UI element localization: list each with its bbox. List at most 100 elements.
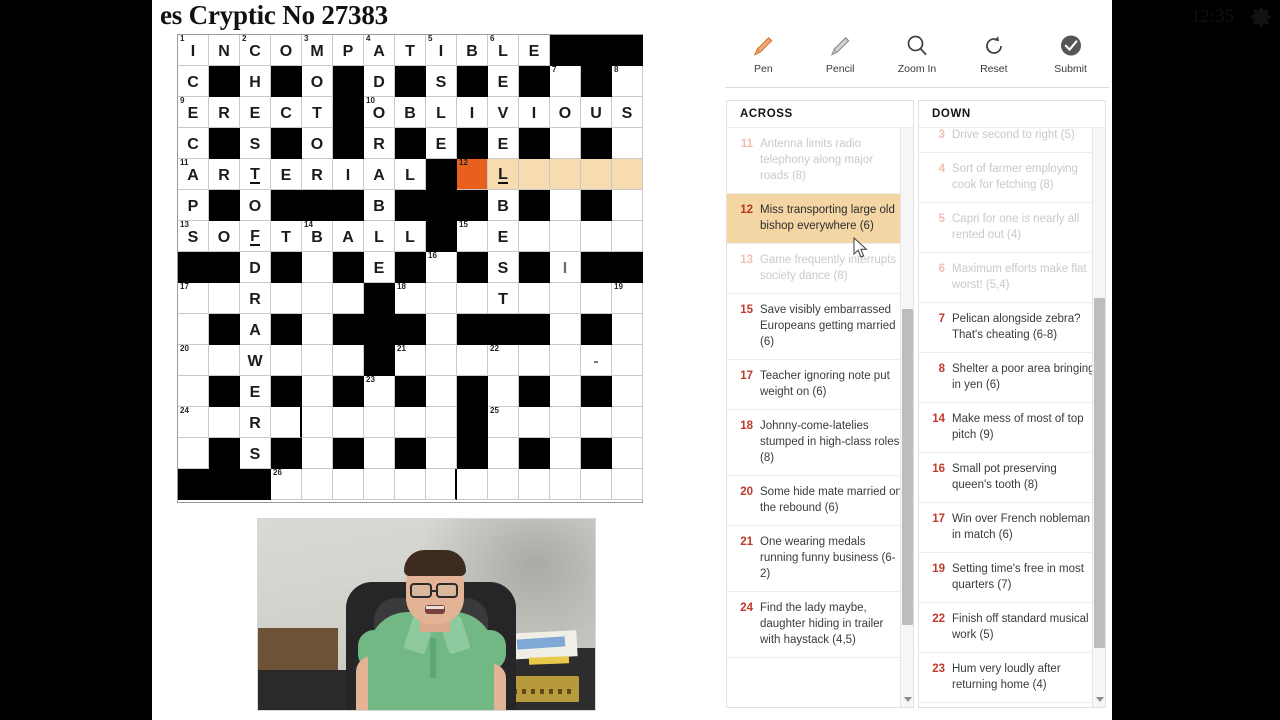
grid-cell[interactable] — [612, 221, 643, 252]
grid-cell[interactable] — [612, 314, 643, 345]
grid-cell[interactable]: 9E — [178, 96, 209, 128]
clue-item[interactable]: 6 Maximum efforts make flat worst! (5,4) — [919, 253, 1105, 303]
grid-cell[interactable]: H — [240, 66, 271, 97]
grid-cell[interactable]: A — [364, 159, 395, 190]
grid-cell[interactable] — [550, 283, 581, 314]
clue-item[interactable]: 22 Finish off standard musical work (5) — [919, 603, 1105, 653]
grid-cell[interactable]: E — [519, 35, 550, 66]
grid-cell[interactable]: O — [209, 221, 240, 252]
grid-cell[interactable] — [426, 314, 457, 345]
grid-cell[interactable] — [333, 407, 364, 438]
grid-cell[interactable]: V — [488, 97, 519, 128]
grid-cell[interactable]: I — [333, 159, 364, 190]
grid-cell[interactable] — [550, 128, 581, 159]
grid-cell[interactable]: E — [488, 66, 519, 97]
grid-cell[interactable] — [209, 407, 240, 438]
grid-cell[interactable]: I — [550, 252, 581, 283]
clue-item[interactable]: 17 Teacher ignoring note put weight on (6… — [727, 360, 913, 410]
grid-cell[interactable]: 25 — [488, 406, 519, 438]
grid-cell[interactable] — [581, 407, 612, 438]
grid-cell[interactable]: 15 — [457, 220, 488, 252]
grid-cell[interactable] — [519, 221, 550, 252]
grid-cell[interactable] — [457, 345, 488, 376]
grid-cell[interactable]: E — [364, 252, 395, 283]
grid-cell[interactable]: L — [395, 159, 426, 190]
grid-cell[interactable] — [271, 407, 302, 438]
grid-cell[interactable]: T — [271, 221, 302, 252]
grid-cell[interactable] — [519, 345, 550, 376]
grid-cell[interactable]: 18 — [395, 282, 426, 314]
grid-cell[interactable]: 19 — [612, 282, 643, 314]
grid-cell[interactable] — [612, 407, 643, 438]
clue-item[interactable]: 24 Find the lady maybe, daughter hiding i… — [727, 592, 913, 658]
grid-cell[interactable]: C — [271, 97, 302, 128]
tool-reset-button[interactable]: Reset — [955, 30, 1032, 75]
grid-cell[interactable]: D — [240, 252, 271, 283]
grid-cell[interactable]: S — [240, 438, 271, 469]
grid-cell[interactable] — [550, 190, 581, 221]
clue-item[interactable]: 11 Antenna limits radio telephony along m… — [727, 128, 913, 194]
grid-cell[interactable]: S — [488, 252, 519, 283]
grid-cell[interactable] — [395, 469, 426, 500]
grid-cell[interactable]: C — [178, 128, 209, 159]
grid-cell[interactable] — [581, 283, 612, 314]
clue-item[interactable]: 3 Drive second to right (5) — [919, 128, 1105, 153]
grid-cell[interactable]: B — [488, 190, 519, 221]
grid-cell[interactable]: 26 — [271, 468, 302, 500]
grid-cell[interactable]: 7 — [550, 65, 581, 97]
clue-item[interactable]: 15 Save visibly embarrassed Europeans get… — [727, 294, 913, 360]
grid-cell[interactable] — [333, 283, 364, 314]
grid-cell[interactable] — [178, 438, 209, 469]
grid-cell[interactable] — [457, 283, 488, 314]
clue-item[interactable]: 12 Miss transporting large old bishop eve… — [727, 194, 913, 244]
grid-cell[interactable] — [581, 469, 612, 500]
grid-cell[interactable] — [426, 283, 457, 314]
grid-cell[interactable] — [550, 221, 581, 252]
grid-cell[interactable]: I — [519, 97, 550, 128]
grid-cell[interactable]: O — [302, 66, 333, 97]
down-scrollbar-thumb[interactable] — [1094, 298, 1105, 648]
gear-icon[interactable] — [1248, 4, 1274, 30]
grid-cell[interactable]: 4A — [364, 34, 395, 66]
grid-cell[interactable] — [426, 407, 457, 438]
down-scroll-down-arrow[interactable] — [1093, 693, 1106, 705]
grid-cell[interactable] — [302, 469, 333, 500]
grid-cell[interactable] — [209, 283, 240, 314]
grid-cell[interactable] — [426, 376, 457, 407]
grid-cell[interactable] — [550, 438, 581, 469]
grid-cell[interactable] — [519, 159, 550, 190]
clue-item[interactable]: 18 Johnny-come-latelies stumped in high-c… — [727, 410, 913, 476]
across-scrollbar-thumb[interactable] — [902, 309, 913, 625]
grid-cell[interactable]: E — [488, 128, 519, 159]
grid-cell[interactable] — [178, 314, 209, 345]
grid-cell[interactable]: E — [240, 376, 271, 407]
clue-item[interactable]: 13 Game frequently interrupts society dan… — [727, 244, 913, 294]
grid-cell[interactable]: F — [240, 221, 271, 252]
grid-cell[interactable]: I — [457, 97, 488, 128]
crossword-grid-container[interactable]: 1 I N 2 C O 3 M P 4 A T 5 I B 6 L E C H O D S E 7 8 9 E R E C T 10 O B L I V I… — [177, 34, 643, 503]
grid-cell[interactable]: S — [240, 128, 271, 159]
clue-item[interactable]: 23 Hum very loudly after returning home (… — [919, 653, 1105, 703]
grid-cell[interactable] — [426, 438, 457, 469]
grid-cell[interactable]: 23 — [364, 375, 395, 407]
grid-cell[interactable]: O — [550, 97, 581, 128]
grid-cell[interactable]: S — [612, 97, 643, 128]
grid-cell[interactable]: O — [302, 128, 333, 159]
grid-cell[interactable]: B — [395, 97, 426, 128]
grid-cell[interactable] — [302, 376, 333, 407]
grid-cell[interactable]: T — [302, 97, 333, 128]
tool-pencil-button[interactable]: Pencil — [802, 30, 879, 75]
grid-cell[interactable]: 13 S — [178, 220, 209, 252]
grid-cell[interactable] — [302, 438, 333, 469]
grid-cell[interactable] — [364, 438, 395, 469]
grid-cell[interactable]: 3M — [302, 34, 333, 66]
clue-item[interactable]: 19 Setting time's free in most quarters (… — [919, 553, 1105, 603]
grid-cell[interactable]: C — [178, 66, 209, 97]
grid-cell[interactable] — [426, 345, 457, 376]
grid-cell[interactable] — [364, 407, 395, 438]
grid-cell[interactable] — [333, 469, 364, 500]
down-scrollbar[interactable] — [1092, 128, 1105, 707]
webcam-video-overlay[interactable] — [257, 518, 596, 711]
tool-submit-button[interactable]: Submit — [1032, 30, 1109, 75]
clue-item[interactable]: 5 Capri for one is nearly all rented out … — [919, 203, 1105, 253]
